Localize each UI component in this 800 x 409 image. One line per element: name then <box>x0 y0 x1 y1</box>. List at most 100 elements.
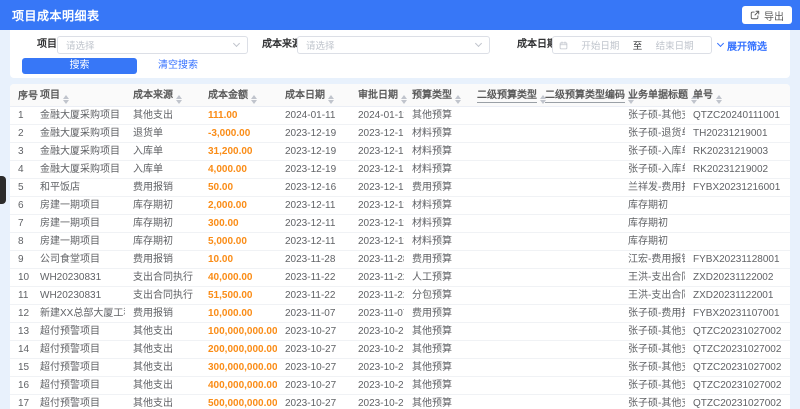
table-row: 4金融大厦采购项目入库单4,000.002023-12-192023-12-19… <box>10 160 790 179</box>
column-header-doc_no[interactable]: 单号 <box>685 84 790 107</box>
cell-amount: 111.00 <box>200 106 277 125</box>
cell-doc_title: 江宏-费用报销 <box>620 250 685 269</box>
column-header-budget_type[interactable]: 预算类型 <box>404 84 469 107</box>
cell-budget_type: 费用预算 <box>404 178 469 197</box>
cell-sub_budget_type <box>469 106 537 125</box>
cell-sub_budget_code <box>537 160 620 179</box>
column-header-label: 预算类型 <box>412 89 452 101</box>
cell-doc_title: 张子硕-入库单 <box>620 142 685 161</box>
export-button[interactable]: 导出 <box>742 6 792 24</box>
table-header-row: 序号 项目 成本来源 成本金额 成本日期 审批日期 预算类型 二级预算类型 二级预算类型编码 业务… <box>10 84 790 107</box>
column-header-project[interactable]: 项目 <box>32 84 125 107</box>
cell-no: 13 <box>10 322 32 341</box>
sort-icon[interactable] <box>401 94 407 104</box>
cell-amount: 100,000,000.00 <box>200 322 277 341</box>
table-row: 1 金融大厦采购项目 其他支出 111.00 2024-01-11 2024-01-11 其… <box>10 106 790 125</box>
clear-search-link[interactable]: 清空搜索 <box>158 58 198 74</box>
cell-cost_date: 2023-12-19 <box>277 124 350 143</box>
cell-doc_no: QTZC20231027002 <box>685 394 790 409</box>
cell-doc_title: 张子硕-其他支出 <box>620 376 685 395</box>
cell-amount: 10,000.00 <box>200 304 277 323</box>
cell-cost_date: 2024-01-11 <box>277 106 350 125</box>
top-bar: 项目成本明细表 导出 <box>0 0 800 30</box>
cell-doc_no <box>685 196 790 215</box>
table-row: 12新建XX总部大厦工程二期费用报销10,000.002023-11-07202… <box>10 304 790 323</box>
cell-approval_date: 2023-12-19 <box>350 160 404 179</box>
cell-approval_date: 2023-12-11 <box>350 214 404 233</box>
cell-sub_budget_code <box>537 304 620 323</box>
cell-sub_budget_code <box>537 196 620 215</box>
column-header-sub_budget_code[interactable]: 二级预算类型编码 <box>537 84 634 107</box>
table-row: 16 超付预警项目 其他支出 400,000,000.00 2023-10-27 2023… <box>10 376 790 395</box>
column-header-doc_title[interactable]: 业务单据标题 <box>620 84 697 107</box>
cell-sub_budget_type <box>469 286 537 305</box>
expand-filters-link[interactable]: 展开筛选 <box>716 36 767 54</box>
cell-amount: 10.00 <box>200 250 277 269</box>
chevron-down-icon <box>716 39 725 48</box>
cell-source: 支出合同执行 <box>125 286 200 305</box>
cell-project: 房建一期项目 <box>32 214 125 233</box>
sort-icon[interactable] <box>328 94 334 104</box>
cell-no: 17 <box>10 394 32 409</box>
cell-budget_type: 费用预算 <box>404 304 469 323</box>
cell-doc_no: ZXD20231122002 <box>685 268 790 287</box>
cell-doc_no: QTZC20231027002 <box>685 358 790 377</box>
table-row: 5和平饭店费用报销50.002023-12-162023-12-16费用预算兰祥… <box>10 178 790 197</box>
cell-no: 14 <box>10 340 32 359</box>
cell-no: 5 <box>10 178 32 197</box>
date-end-placeholder: 结束日期 <box>655 41 694 52</box>
table-row: 10 WH20230831 支出合同执行 40,000.00 2023-11-22 202… <box>10 268 790 287</box>
cell-budget_type: 人工预算 <box>404 268 469 287</box>
column-header-amount[interactable]: 成本金额 <box>200 84 277 107</box>
cell-sub_budget_type <box>469 340 537 359</box>
cell-amount: -3,000.00 <box>200 124 277 143</box>
sort-icon[interactable] <box>176 94 182 104</box>
cost-source-select[interactable]: 请选择 <box>297 36 490 54</box>
cell-source: 费用报销 <box>125 250 200 269</box>
column-header-label: 项目 <box>40 89 60 101</box>
cell-project: 超付预警项目 <box>32 322 125 341</box>
sort-icon[interactable] <box>455 94 461 104</box>
column-header-label: 审批日期 <box>358 89 398 101</box>
cell-sub_budget_code <box>537 124 620 143</box>
cell-project: 金融大厦采购项目 <box>32 142 125 161</box>
cell-source: 库存期初 <box>125 214 200 233</box>
cell-project: 超付预警项目 <box>32 340 125 359</box>
cell-sub_budget_type <box>469 196 537 215</box>
cell-cost_date: 2023-12-11 <box>277 214 350 233</box>
cost-source-filter-label: 成本来源 <box>262 39 302 50</box>
cost-date-range-input[interactable]: 开始日期 至 结束日期 <box>552 36 712 54</box>
export-icon <box>750 10 760 20</box>
column-header-cost_date[interactable]: 成本日期 <box>277 84 350 107</box>
cell-sub_budget_code <box>537 232 620 251</box>
column-header-approval_date[interactable]: 审批日期 <box>350 84 407 107</box>
table-row: 7 房建一期项目 库存期初 300.00 2023-12-11 2023-12-11 材料预… <box>10 214 790 233</box>
cell-approval_date: 2023-12-16 <box>350 178 404 197</box>
column-header-source[interactable]: 成本来源 <box>125 84 200 107</box>
filter-panel: 项目 请选择 成本来源 请选择 成本日期 开始日期 至 结束日期 展开筛选 搜索… <box>10 30 790 78</box>
cell-sub_budget_type <box>469 142 537 161</box>
export-button-label: 导出 <box>764 11 784 23</box>
project-select[interactable]: 请选择 <box>57 36 248 54</box>
cell-no: 10 <box>10 268 32 287</box>
cell-sub_budget_code <box>537 106 620 125</box>
cell-no: 11 <box>10 286 32 305</box>
cell-source: 入库单 <box>125 142 200 161</box>
cell-amount: 50.00 <box>200 178 277 197</box>
cell-doc_title: 张子硕-费用报销 <box>620 304 685 323</box>
cell-doc_no: ZXD20231122001 <box>685 286 790 305</box>
side-panel-handle[interactable] <box>0 176 6 204</box>
sort-icon[interactable] <box>251 94 257 104</box>
sort-icon[interactable] <box>63 94 69 104</box>
cell-cost_date: 2023-10-27 <box>277 340 350 359</box>
cell-source: 其他支出 <box>125 358 200 377</box>
cell-source: 其他支出 <box>125 376 200 395</box>
column-header-label: 单号 <box>693 89 713 101</box>
cell-no: 6 <box>10 196 32 215</box>
search-button[interactable]: 搜索 <box>22 58 137 74</box>
cell-source: 库存期初 <box>125 232 200 251</box>
cell-cost_date: 2023-12-19 <box>277 142 350 161</box>
cell-approval_date: 2023-10-27 <box>350 322 404 341</box>
column-header-sub_budget_type[interactable]: 二级预算类型 <box>469 84 546 107</box>
sort-icon[interactable] <box>716 94 722 104</box>
